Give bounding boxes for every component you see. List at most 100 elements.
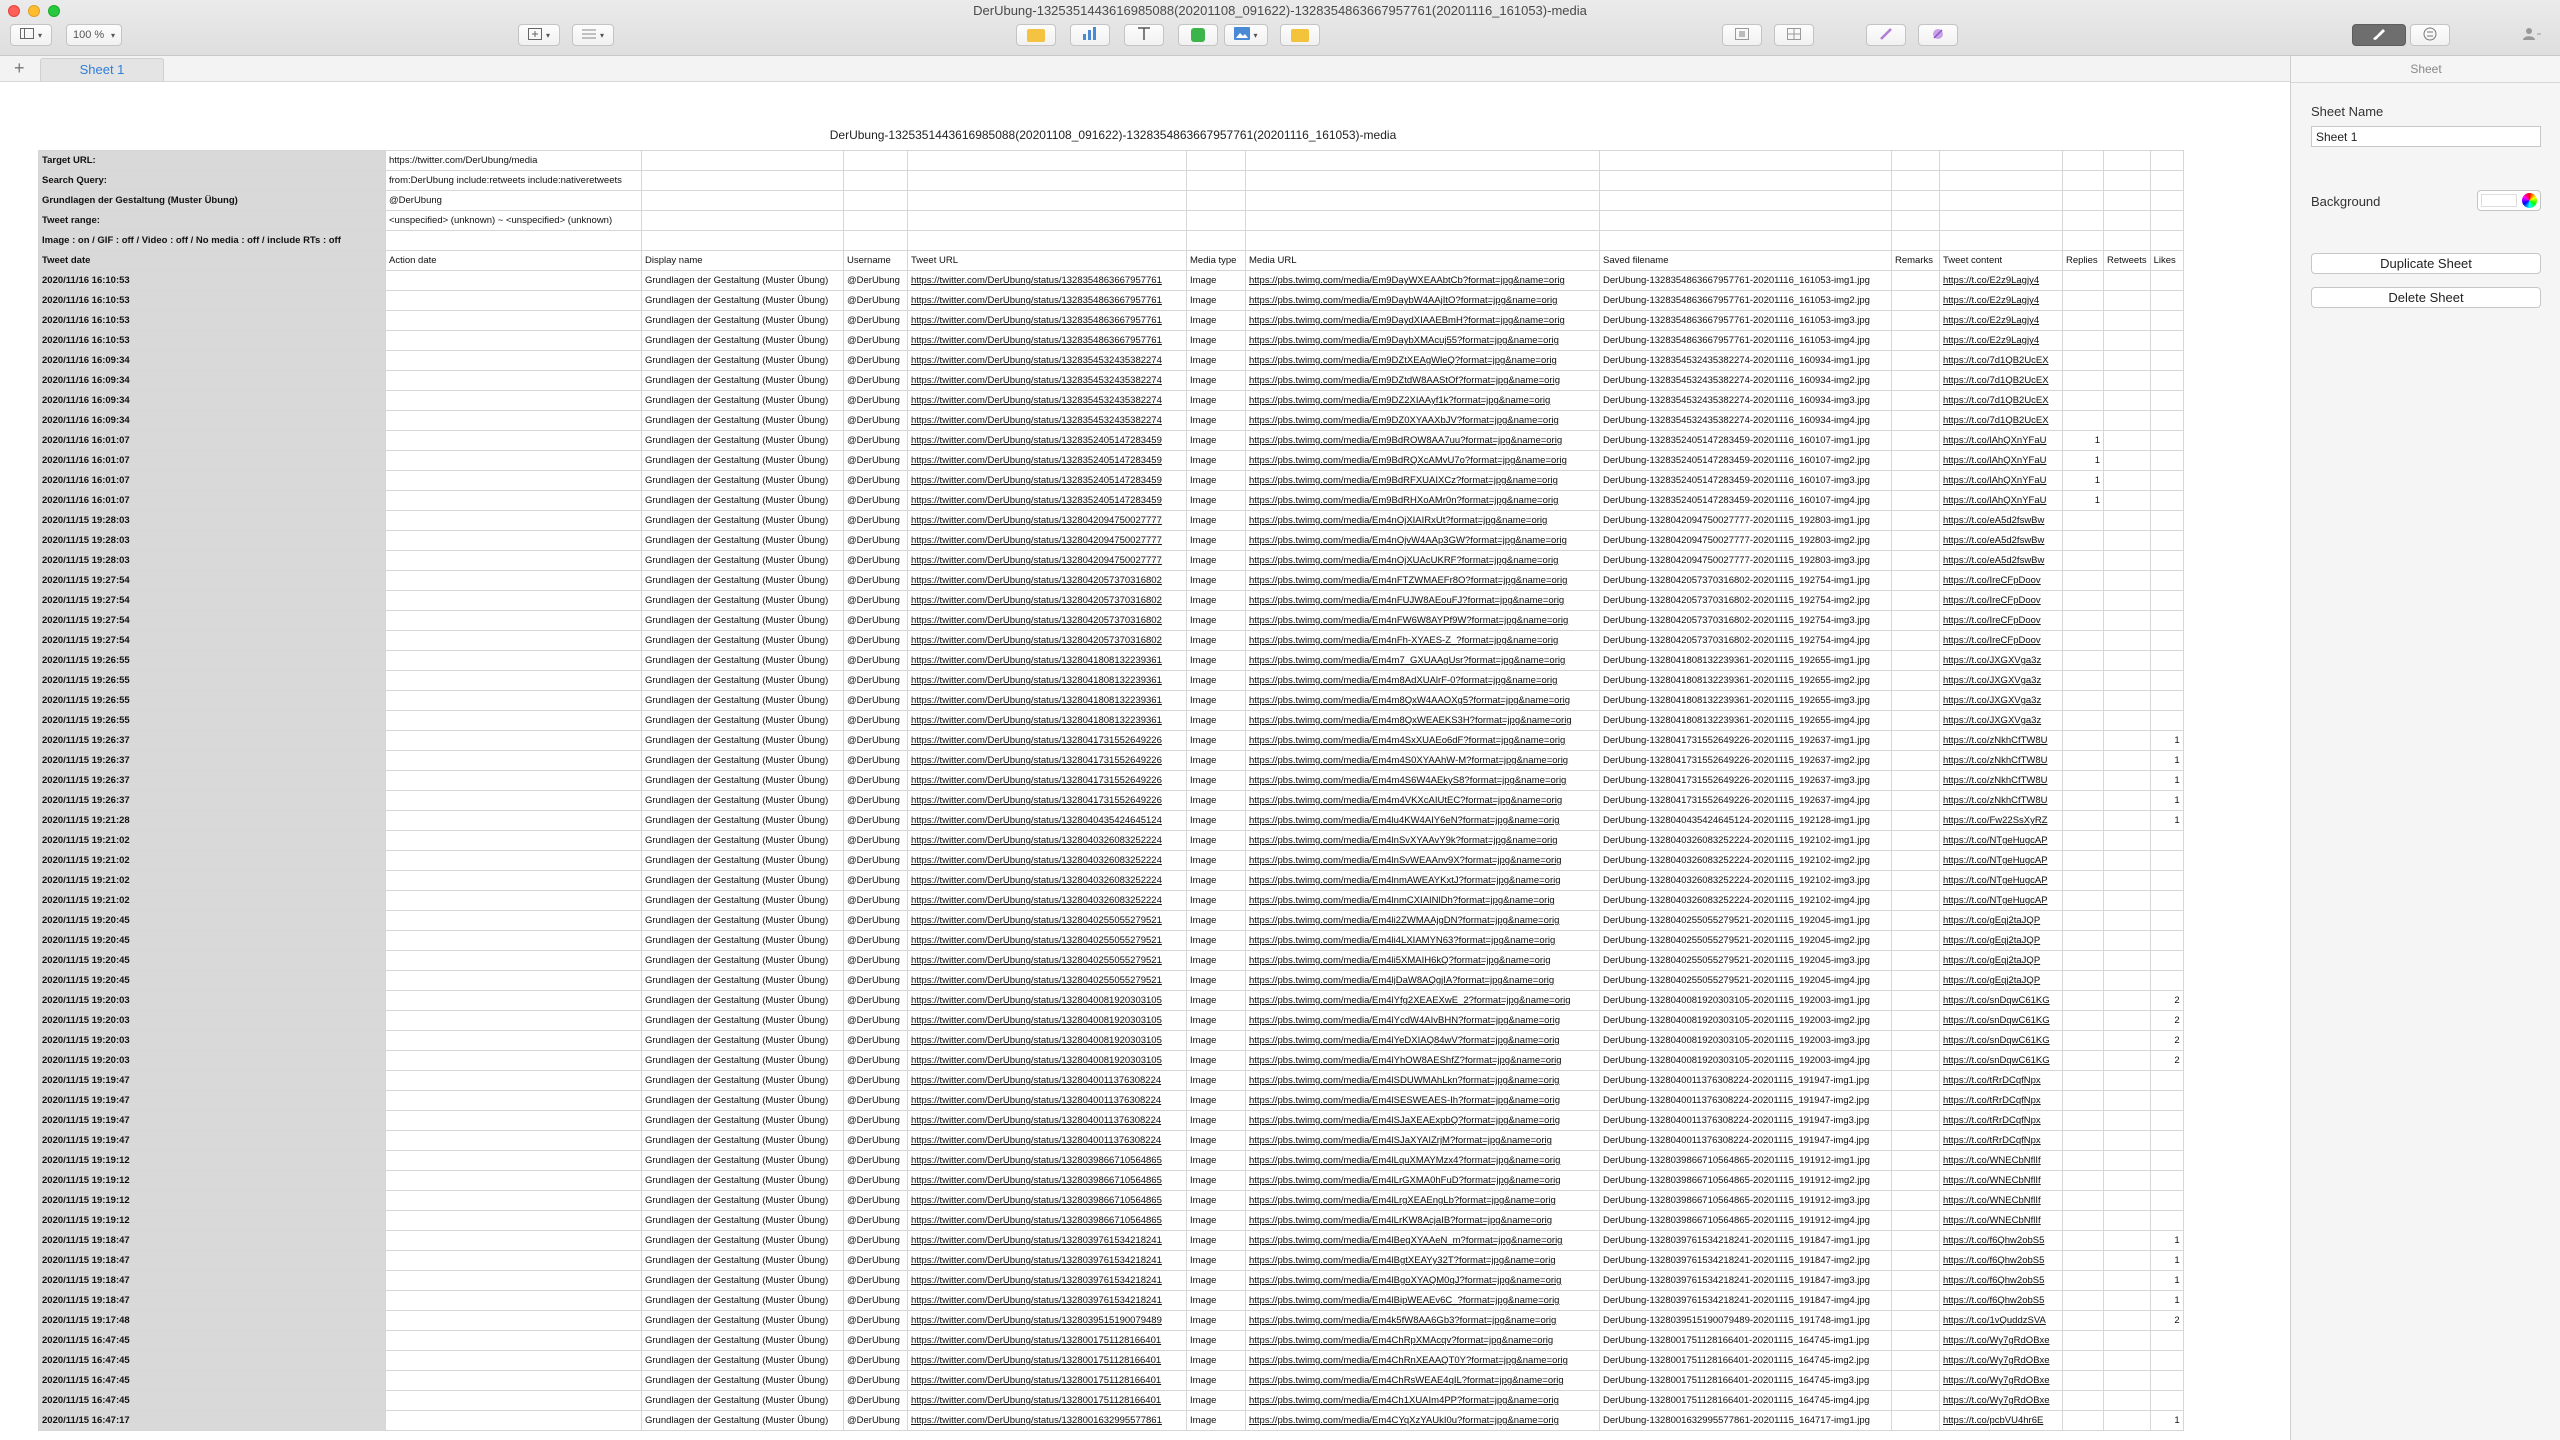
table-cell[interactable] (2103, 630, 2151, 651)
table-cell[interactable]: https://twitter.com/DerUbung/status/1328… (907, 1150, 1187, 1171)
table-cell[interactable] (2149, 370, 2184, 391)
table-cell[interactable] (1891, 970, 1940, 991)
table-cell[interactable]: @DerUbung (843, 1210, 908, 1231)
table-cell[interactable] (2149, 1150, 2184, 1171)
table-cell[interactable]: https://twitter.com/DerUbung/status/1328… (907, 370, 1187, 391)
table-cell[interactable]: https://pbs.twimg.com/media/Em4lu4KW4AIY… (1245, 810, 1600, 831)
table-cell[interactable]: DerUbung-1328042057370316802-20201115_19… (1599, 590, 1892, 611)
table-cell[interactable] (385, 450, 642, 471)
table-cell[interactable] (385, 1250, 642, 1271)
table-cell[interactable] (2149, 650, 2184, 671)
table-cell[interactable] (385, 930, 642, 951)
table-cell[interactable]: https://t.co/IreCFpDoov (1939, 590, 2063, 611)
table-cell[interactable]: https://twitter.com/DerUbung/status/1328… (907, 790, 1187, 811)
table-cell[interactable] (385, 1270, 642, 1291)
table-cell[interactable]: https://twitter.com/DerUbung/status/1328… (907, 1310, 1187, 1331)
table-cell[interactable]: 2020/11/15 19:27:54 (38, 630, 386, 651)
table-cell[interactable]: https://pbs.twimg.com/media/Em4lBgtXEAYy… (1245, 1250, 1600, 1271)
table-cell[interactable]: DerUbung-1328040081920303105-20201115_19… (1599, 1050, 1892, 1071)
table-cell[interactable] (2149, 590, 2184, 611)
table-cell[interactable]: https://t.co/gEqj2taJQP (1939, 910, 2063, 931)
table-cell[interactable]: https://t.co/JXGXVga3z (1939, 650, 2063, 671)
meta-value-cell[interactable]: <unspecified> (unknown) ~ <unspecified> … (385, 210, 642, 231)
table-cell[interactable] (1891, 1350, 1940, 1371)
table-cell[interactable]: Image (1186, 1250, 1246, 1271)
table-cell[interactable]: Image (1186, 1070, 1246, 1091)
table-cell[interactable] (2103, 590, 2151, 611)
zoom-select[interactable]: 100 % ▾ (66, 24, 122, 46)
table-cell[interactable]: https://t.co/NTgeHugcAP (1939, 890, 2063, 911)
table-cell[interactable]: DerUbung-1328042057370316802-20201115_19… (1599, 630, 1892, 651)
table-cell[interactable]: Grundlagen der Gestaltung (Muster Übung) (641, 1350, 844, 1371)
table-cell[interactable]: Image (1186, 1110, 1246, 1131)
table-cell[interactable]: https://twitter.com/DerUbung/status/1328… (907, 830, 1187, 851)
table-cell[interactable]: 2020/11/15 19:18:47 (38, 1270, 386, 1291)
table-cell[interactable]: https://pbs.twimg.com/media/Em4lnSvWEAAn… (1245, 850, 1600, 871)
table-cell[interactable]: DerUbung-1328039761534218241-20201115_19… (1599, 1270, 1892, 1291)
table-cell[interactable] (385, 390, 642, 411)
table-cell[interactable] (2103, 370, 2151, 391)
table-cell[interactable]: Grundlagen der Gestaltung (Muster Übung) (641, 390, 844, 411)
table-cell[interactable] (2062, 710, 2104, 731)
table-cell[interactable]: https://pbs.twimg.com/media/Em4m4SxXUAEo… (1245, 730, 1600, 751)
table-cell[interactable]: https://t.co/Wy7gRdOBxe (1939, 1390, 2063, 1411)
table-cell[interactable]: DerUbung-1328039866710564865-20201115_19… (1599, 1170, 1892, 1191)
table-cell[interactable]: 2020/11/15 19:27:54 (38, 570, 386, 591)
empty-cell[interactable] (2062, 150, 2104, 171)
table-cell[interactable]: https://t.co/f6Qhw2obS5 (1939, 1270, 2063, 1291)
table-cell[interactable]: 2020/11/15 16:47:45 (38, 1350, 386, 1371)
table-cell[interactable]: https://twitter.com/DerUbung/status/1328… (907, 470, 1187, 491)
table-cell[interactable]: @DerUbung (843, 890, 908, 911)
table-cell[interactable]: https://twitter.com/DerUbung/status/1328… (907, 410, 1187, 431)
table-cell[interactable]: DerUbung-1328039866710564865-20201115_19… (1599, 1190, 1892, 1211)
table-cell[interactable]: 1 (2062, 490, 2104, 511)
table-cell[interactable] (2062, 410, 2104, 431)
empty-cell[interactable] (641, 210, 844, 231)
table-cell[interactable]: https://pbs.twimg.com/media/Em4m4S0XYAAh… (1245, 750, 1600, 771)
table-cell[interactable]: Grundlagen der Gestaltung (Muster Übung) (641, 970, 844, 991)
table-cell[interactable] (1891, 770, 1940, 791)
table-cell[interactable] (2149, 1190, 2184, 1211)
table-cell[interactable]: Grundlagen der Gestaltung (Muster Übung) (641, 1150, 844, 1171)
table-cell[interactable] (1891, 630, 1940, 651)
table-cell[interactable]: 1 (2149, 770, 2184, 791)
table-cell[interactable]: Image (1186, 390, 1246, 411)
table-cell[interactable] (2103, 550, 2151, 571)
table-cell[interactable] (2103, 490, 2151, 511)
table-cell[interactable] (385, 1410, 642, 1431)
table-cell[interactable] (2062, 1070, 2104, 1091)
table-cell[interactable] (2062, 1390, 2104, 1411)
table-cell[interactable]: Image (1186, 510, 1246, 531)
table-cell[interactable]: Grundlagen der Gestaltung (Muster Übung) (641, 890, 844, 911)
table-cell[interactable]: https://twitter.com/DerUbung/status/1328… (907, 690, 1187, 711)
table-cell[interactable]: Grundlagen der Gestaltung (Muster Übung) (641, 370, 844, 391)
table-cell[interactable]: Grundlagen der Gestaltung (Muster Übung) (641, 490, 844, 511)
table-cell[interactable] (1891, 390, 1940, 411)
table-cell[interactable]: @DerUbung (843, 1370, 908, 1391)
table-cell[interactable]: @DerUbung (843, 690, 908, 711)
table-cell[interactable] (2149, 510, 2184, 531)
table-cell[interactable]: https://twitter.com/DerUbung/status/1328… (907, 510, 1187, 531)
table-cell[interactable] (2149, 870, 2184, 891)
table-cell[interactable]: 2020/11/15 19:19:47 (38, 1070, 386, 1091)
table-cell[interactable]: https://twitter.com/DerUbung/status/1328… (907, 290, 1187, 311)
table-cell[interactable]: DerUbung-1328354863667957761-20201116_16… (1599, 330, 1892, 351)
table-cell[interactable] (2103, 1170, 2151, 1191)
table-cell[interactable]: https://pbs.twimg.com/media/Em9DaybXMAcu… (1245, 330, 1600, 351)
empty-cell[interactable] (1186, 210, 1246, 231)
table-cell[interactable] (1891, 830, 1940, 851)
table-cell[interactable]: @DerUbung (843, 290, 908, 311)
table-cell[interactable] (1891, 550, 1940, 571)
table-cell[interactable] (1891, 570, 1940, 591)
table-cell[interactable]: 2020/11/15 19:20:03 (38, 1050, 386, 1071)
table-cell[interactable]: DerUbung-1328040081920303105-20201115_19… (1599, 1010, 1892, 1031)
empty-cell[interactable] (2062, 190, 2104, 211)
table-cell[interactable] (385, 510, 642, 531)
table-cell[interactable]: https://t.co/tRrDCqfNpx (1939, 1090, 2063, 1111)
table-cell[interactable] (2103, 510, 2151, 531)
table-cell[interactable] (2149, 890, 2184, 911)
table-cell[interactable]: Grundlagen der Gestaltung (Muster Übung) (641, 610, 844, 631)
table-cell[interactable]: https://pbs.twimg.com/media/Em4lBipWEAEv… (1245, 1290, 1600, 1311)
table-cell[interactable]: https://pbs.twimg.com/media/Em4m8QxW4AAO… (1245, 690, 1600, 711)
table-cell[interactable]: DerUbung-1328039515190079489-20201115_19… (1599, 1310, 1892, 1331)
